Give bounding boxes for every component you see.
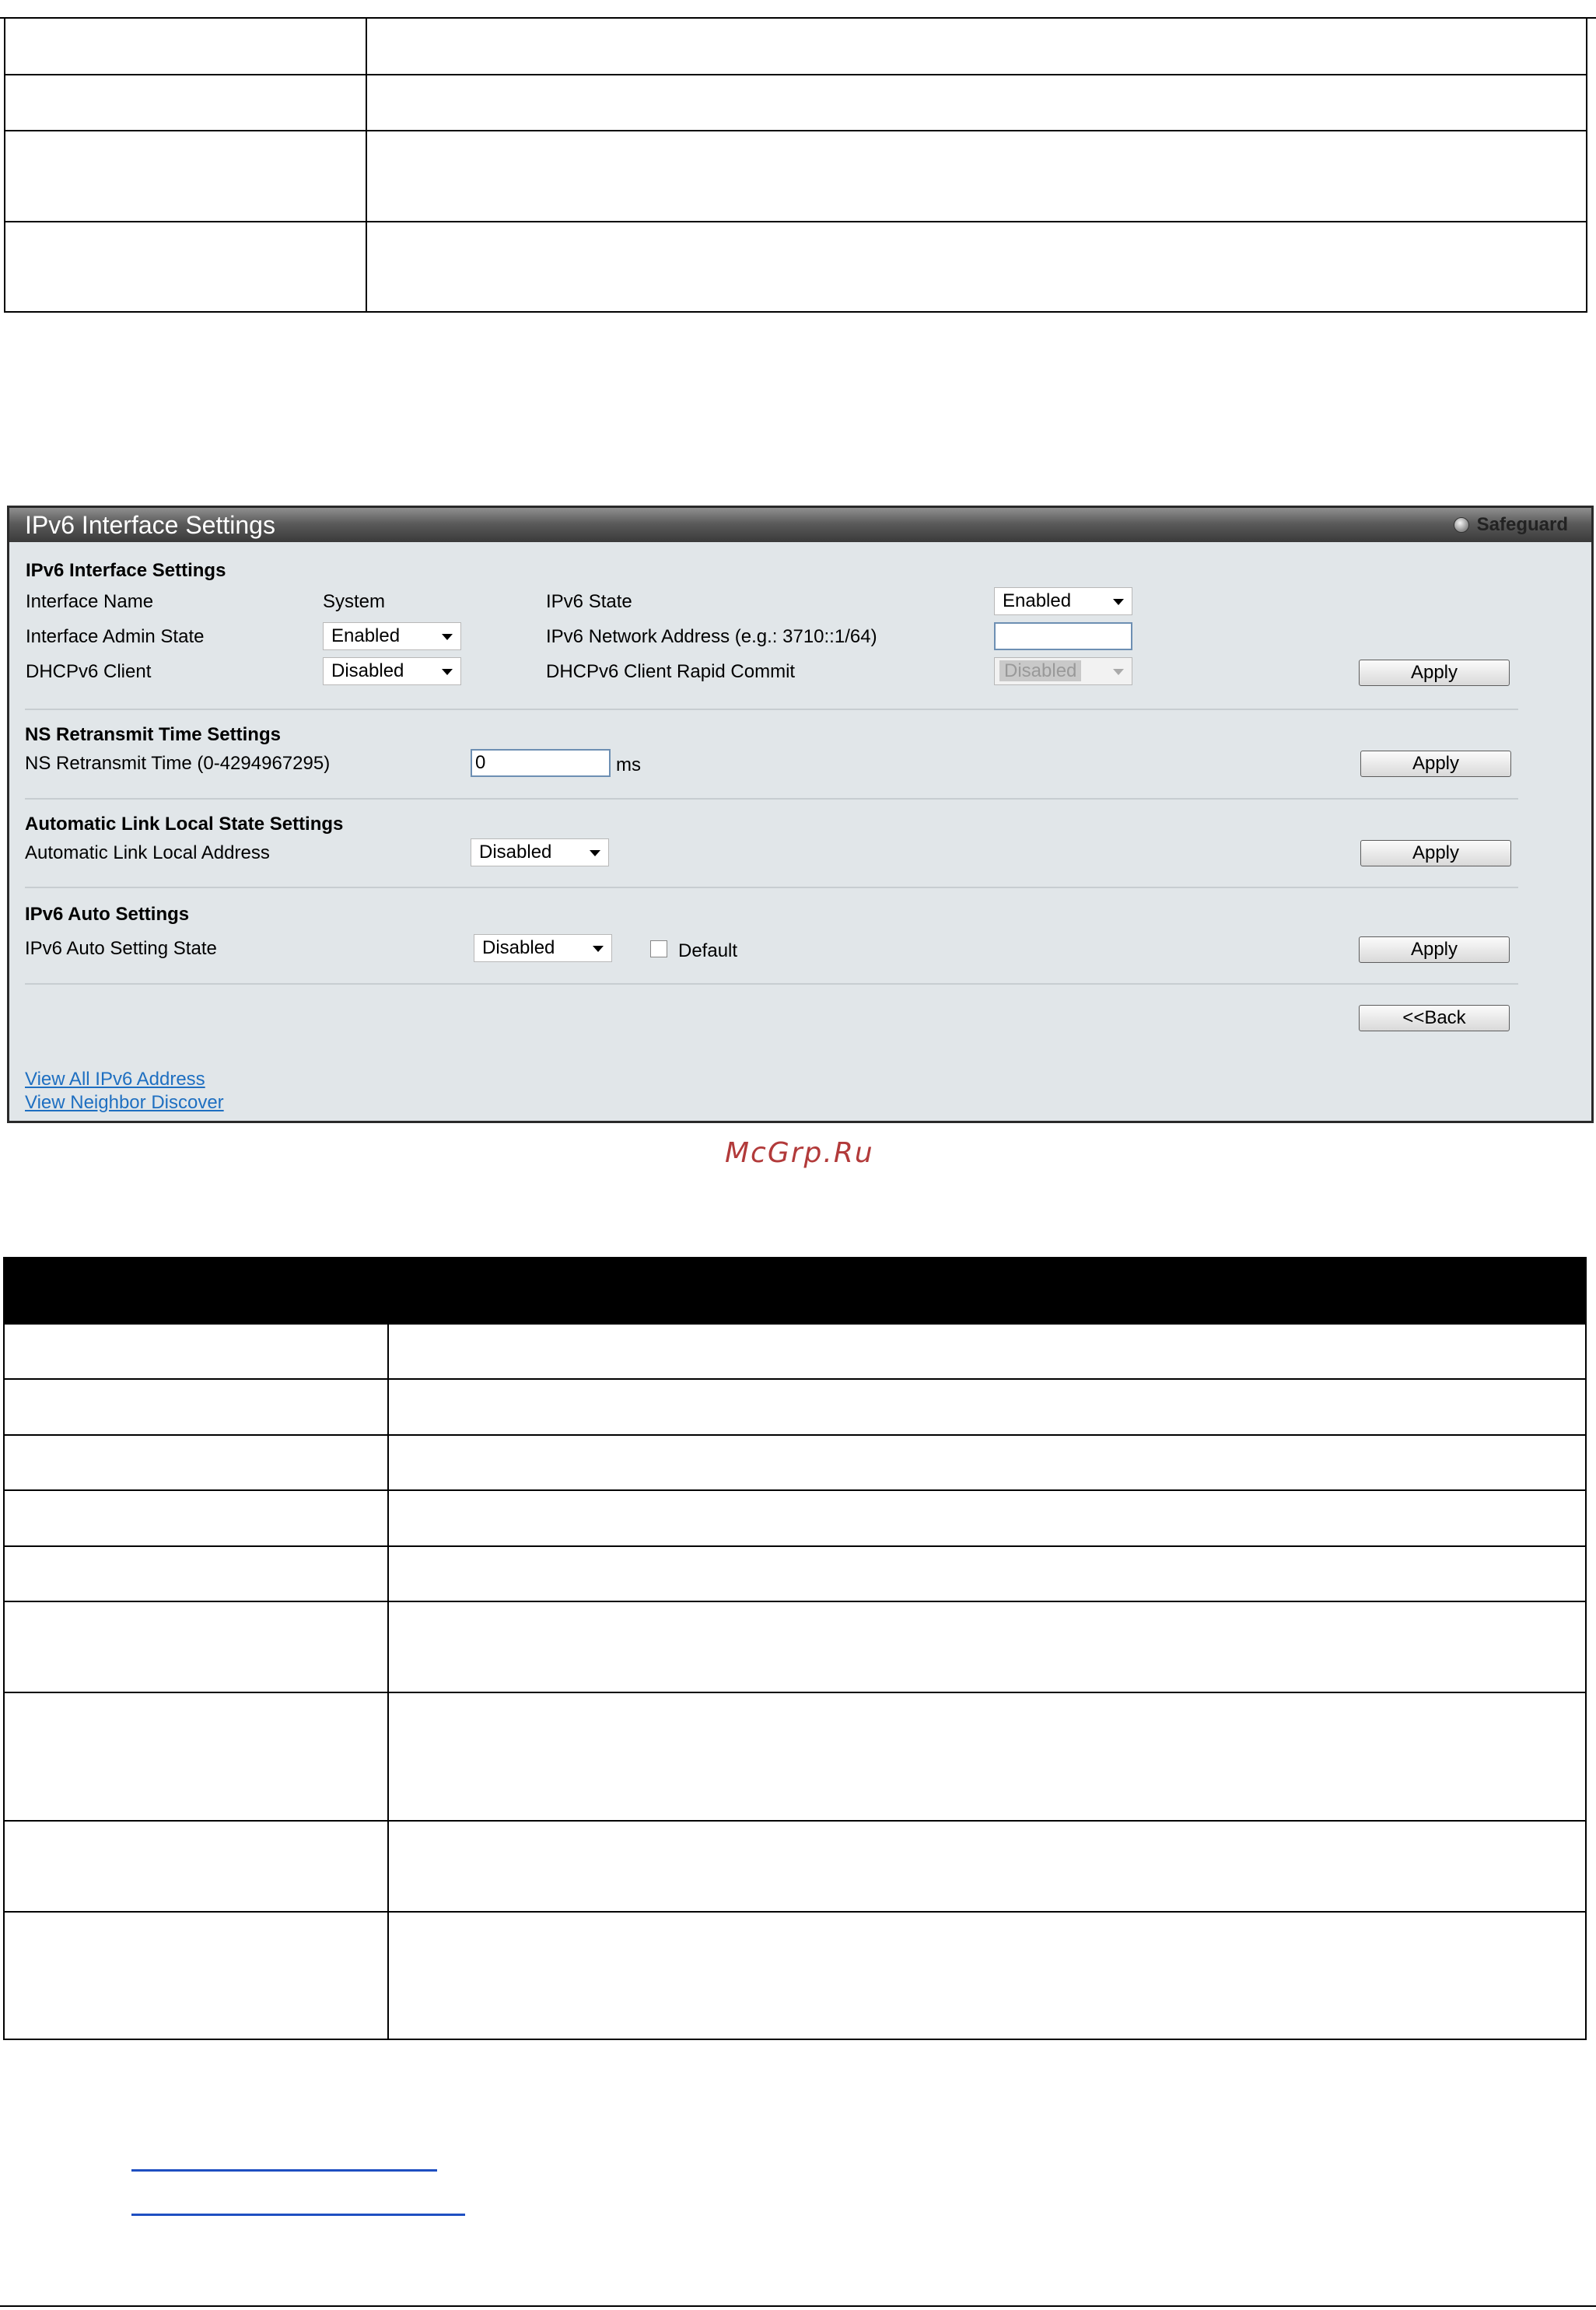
section-heading-link-local: Automatic Link Local State Settings: [25, 814, 344, 835]
link-local-select[interactable]: Disabled: [471, 838, 609, 866]
network-address-label: IPv6 Network Address (e.g.: 3710::1/64): [546, 626, 877, 647]
section-heading-ns: NS Retransmit Time Settings: [25, 724, 281, 745]
section-heading-ipv6: IPv6 Interface Settings: [26, 560, 226, 581]
bottom-table: [3, 1257, 1587, 2040]
link-underline[interactable]: [131, 2169, 437, 2172]
table-cell: [366, 130, 1587, 222]
table-cell: [366, 17, 1587, 75]
table-cell: [387, 1911, 1587, 2040]
apply-button-ns[interactable]: Apply: [1360, 751, 1511, 777]
bottom-rule: [0, 2305, 1596, 2307]
apply-button-auto[interactable]: Apply: [1359, 936, 1510, 963]
default-checkbox[interactable]: [650, 940, 667, 957]
chevron-down-icon: [1113, 669, 1124, 675]
table-header: [3, 1257, 1587, 1325]
top-table: [4, 17, 1587, 313]
chevron-down-icon: [593, 946, 604, 952]
view-all-ipv6-address-link[interactable]: View All IPv6 Address: [25, 1069, 205, 1090]
rapid-commit-value: Disabled: [999, 660, 1082, 681]
table-cell: [387, 1489, 1587, 1547]
section-divider: [25, 983, 1518, 985]
rapid-commit-label: DHCPv6 Client Rapid Commit: [546, 661, 796, 682]
ns-time-unit: ms: [616, 754, 641, 775]
table-cell: [3, 1434, 389, 1491]
link-underline[interactable]: [131, 2214, 465, 2216]
chevron-down-icon: [590, 850, 600, 856]
table-cell: [387, 1820, 1587, 1913]
link-local-label: Automatic Link Local Address: [25, 842, 270, 863]
dhcpv6-client-label: DHCPv6 Client: [26, 661, 152, 682]
auto-state-value: Disabled: [482, 937, 555, 958]
table-cell: [387, 1545, 1587, 1602]
chevron-down-icon: [442, 669, 453, 675]
admin-state-select[interactable]: Enabled: [323, 622, 461, 650]
ns-time-label: NS Retransmit Time (0-4294967295): [25, 753, 331, 774]
admin-state-value: Enabled: [331, 625, 401, 646]
auto-state-label: IPv6 Auto Setting State: [25, 938, 217, 959]
section-divider: [25, 709, 1518, 710]
table-cell: [387, 1601, 1587, 1693]
apply-button-link-local[interactable]: Apply: [1360, 840, 1511, 866]
admin-state-label: Interface Admin State: [26, 626, 205, 647]
table-cell: [4, 221, 367, 313]
table-cell: [4, 130, 367, 222]
link-local-value: Disabled: [479, 842, 552, 863]
section-heading-auto: IPv6 Auto Settings: [25, 904, 190, 925]
dhcpv6-client-value: Disabled: [331, 660, 404, 681]
table-cell: [3, 1489, 389, 1547]
panel-title-bar: IPv6 Interface Settings: [9, 508, 1591, 542]
table-cell: [3, 1378, 389, 1436]
ipv6-interface-settings-panel: IPv6 Interface Settings Safeguard IPv6 I…: [7, 506, 1594, 1123]
default-label: Default: [678, 940, 738, 961]
rapid-commit-select[interactable]: Disabled: [994, 657, 1132, 685]
table-cell: [3, 1601, 389, 1693]
section-divider: [25, 798, 1518, 800]
interface-name-label: Interface Name: [26, 591, 154, 612]
view-neighbor-discover-link[interactable]: View Neighbor Discover: [25, 1092, 224, 1114]
table-cell: [387, 1378, 1587, 1436]
table-cell: [387, 1692, 1587, 1822]
ipv6-state-value: Enabled: [1003, 590, 1072, 611]
interface-name-value: System: [323, 591, 386, 612]
table-cell: [4, 74, 367, 131]
auto-state-select[interactable]: Disabled: [474, 934, 612, 962]
safeguard-indicator[interactable]: Safeguard: [1453, 508, 1568, 542]
table-cell: [4, 17, 367, 75]
watermark: McGrp.Ru: [725, 1137, 874, 1169]
panel-title: IPv6 Interface Settings: [25, 511, 275, 539]
table-cell: [387, 1434, 1587, 1491]
table-cell: [3, 1545, 389, 1602]
network-address-input[interactable]: [994, 622, 1132, 650]
ipv6-state-select[interactable]: Enabled: [994, 587, 1132, 615]
chevron-down-icon: [1113, 599, 1124, 605]
ipv6-state-label: IPv6 State: [546, 591, 632, 612]
table-cell: [3, 1911, 389, 2040]
table-cell: [387, 1323, 1587, 1380]
chevron-down-icon: [442, 634, 453, 640]
safeguard-icon: [1453, 517, 1469, 533]
table-cell: [3, 1323, 389, 1380]
table-cell: [3, 1692, 389, 1822]
section-divider: [25, 887, 1518, 888]
table-cell: [366, 74, 1587, 131]
dhcpv6-client-select[interactable]: Disabled: [323, 657, 461, 685]
safeguard-label: Safeguard: [1476, 514, 1568, 535]
table-cell: [366, 221, 1587, 313]
table-cell: [3, 1820, 389, 1913]
back-button[interactable]: <<Back: [1359, 1005, 1510, 1031]
ns-time-input[interactable]: [471, 749, 611, 777]
apply-button-ipv6[interactable]: Apply: [1359, 660, 1510, 686]
